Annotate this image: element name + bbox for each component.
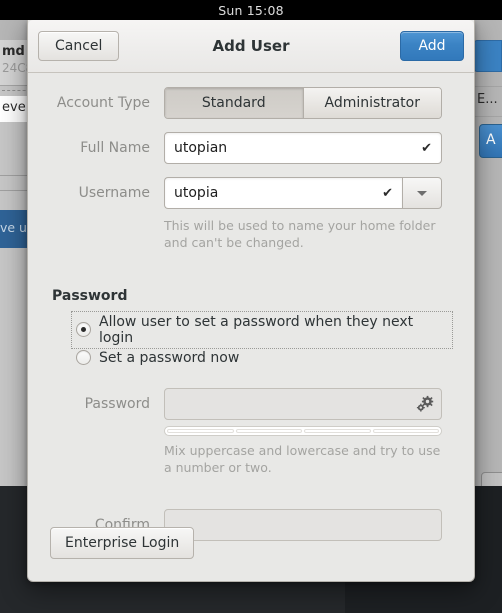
password-choice-group: Allow user to set a password when they n… [28, 310, 474, 368]
username-dropdown-button[interactable] [402, 177, 442, 209]
enterprise-login-button[interactable]: Enterprise Login [50, 527, 195, 559]
password-section-title: Password [52, 287, 128, 304]
cancel-button[interactable]: Cancel [38, 31, 120, 61]
add-button[interactable]: Add [400, 31, 464, 61]
password-strength-segment [304, 428, 371, 433]
password-strength-segment [167, 428, 234, 433]
password-row: Password [28, 387, 474, 420]
account-type-option-administrator[interactable]: Administrator [302, 88, 441, 118]
password-strength-segment [235, 428, 302, 433]
check-icon: ✔ [382, 185, 393, 201]
username-row: Username utopia ✔ [28, 177, 474, 209]
add-user-dialog: Cancel Add User Add Account Type Standar… [27, 20, 475, 582]
background-right-label: E... [477, 92, 498, 107]
account-type-segmented-control[interactable]: Standard Administrator [164, 87, 442, 119]
background-right-rule-2 [474, 116, 502, 117]
full-name-row: Full Name utopian ✔ [28, 132, 474, 164]
password-section-header-row: Password [28, 288, 474, 304]
dialog-footer: Enterprise Login [28, 527, 474, 581]
top-status-bar: Sun 15:08 [0, 0, 502, 20]
dialog-header-bar: Cancel Add User Add [28, 20, 474, 73]
full-name-label: Full Name [80, 140, 150, 156]
username-input[interactable]: utopia ✔ [164, 177, 402, 209]
username-combo[interactable]: utopia ✔ [164, 177, 442, 209]
password-strength-segment [372, 428, 439, 433]
radio-icon-selected [76, 322, 91, 338]
radio-icon-unselected [76, 350, 91, 366]
gear-icon[interactable] [415, 394, 435, 414]
username-value: utopia [174, 185, 219, 201]
radio-set-now-label: Set a password now [99, 349, 240, 366]
password-strength-meter [164, 425, 442, 436]
chevron-down-icon [417, 190, 427, 196]
password-hint-row: Mix uppercase and lowercase and try to u… [28, 443, 474, 477]
screen: md 24C8 eve ve us E... A Sun 15:08 Cance… [0, 0, 502, 613]
password-label: Password [84, 395, 150, 412]
full-name-input[interactable]: utopian ✔ [164, 132, 442, 164]
background-right-rule-1 [474, 86, 502, 87]
username-hint: This will be used to name your home fold… [164, 218, 436, 250]
username-hint-row: This will be used to name your home fold… [28, 218, 474, 252]
background-right-blue-tab[interactable] [474, 40, 502, 72]
account-type-option-standard[interactable]: Standard [165, 88, 303, 118]
account-type-label: Account Type [56, 95, 150, 111]
radio-set-password-now[interactable]: Set a password now [72, 348, 452, 368]
radio-allow-user-set-password[interactable]: Allow user to set a password when they n… [71, 310, 453, 349]
background-right-add-button[interactable]: A [479, 124, 502, 158]
account-type-row: Account Type Standard Administrator [28, 87, 474, 119]
full-name-value: utopian [174, 140, 228, 156]
clock-label: Sun 15:08 [218, 2, 284, 18]
username-label: Username [78, 185, 150, 201]
dialog-body: Account Type Standard Administrator Full… [28, 73, 474, 581]
check-icon: ✔ [421, 140, 432, 156]
password-input[interactable] [164, 387, 442, 420]
radio-allow-label: Allow user to set a password when they n… [99, 313, 414, 346]
background-right-secondary-button[interactable] [481, 472, 502, 486]
password-strength-row [28, 425, 474, 436]
password-hint: Mix uppercase and lowercase and try to u… [164, 442, 441, 475]
